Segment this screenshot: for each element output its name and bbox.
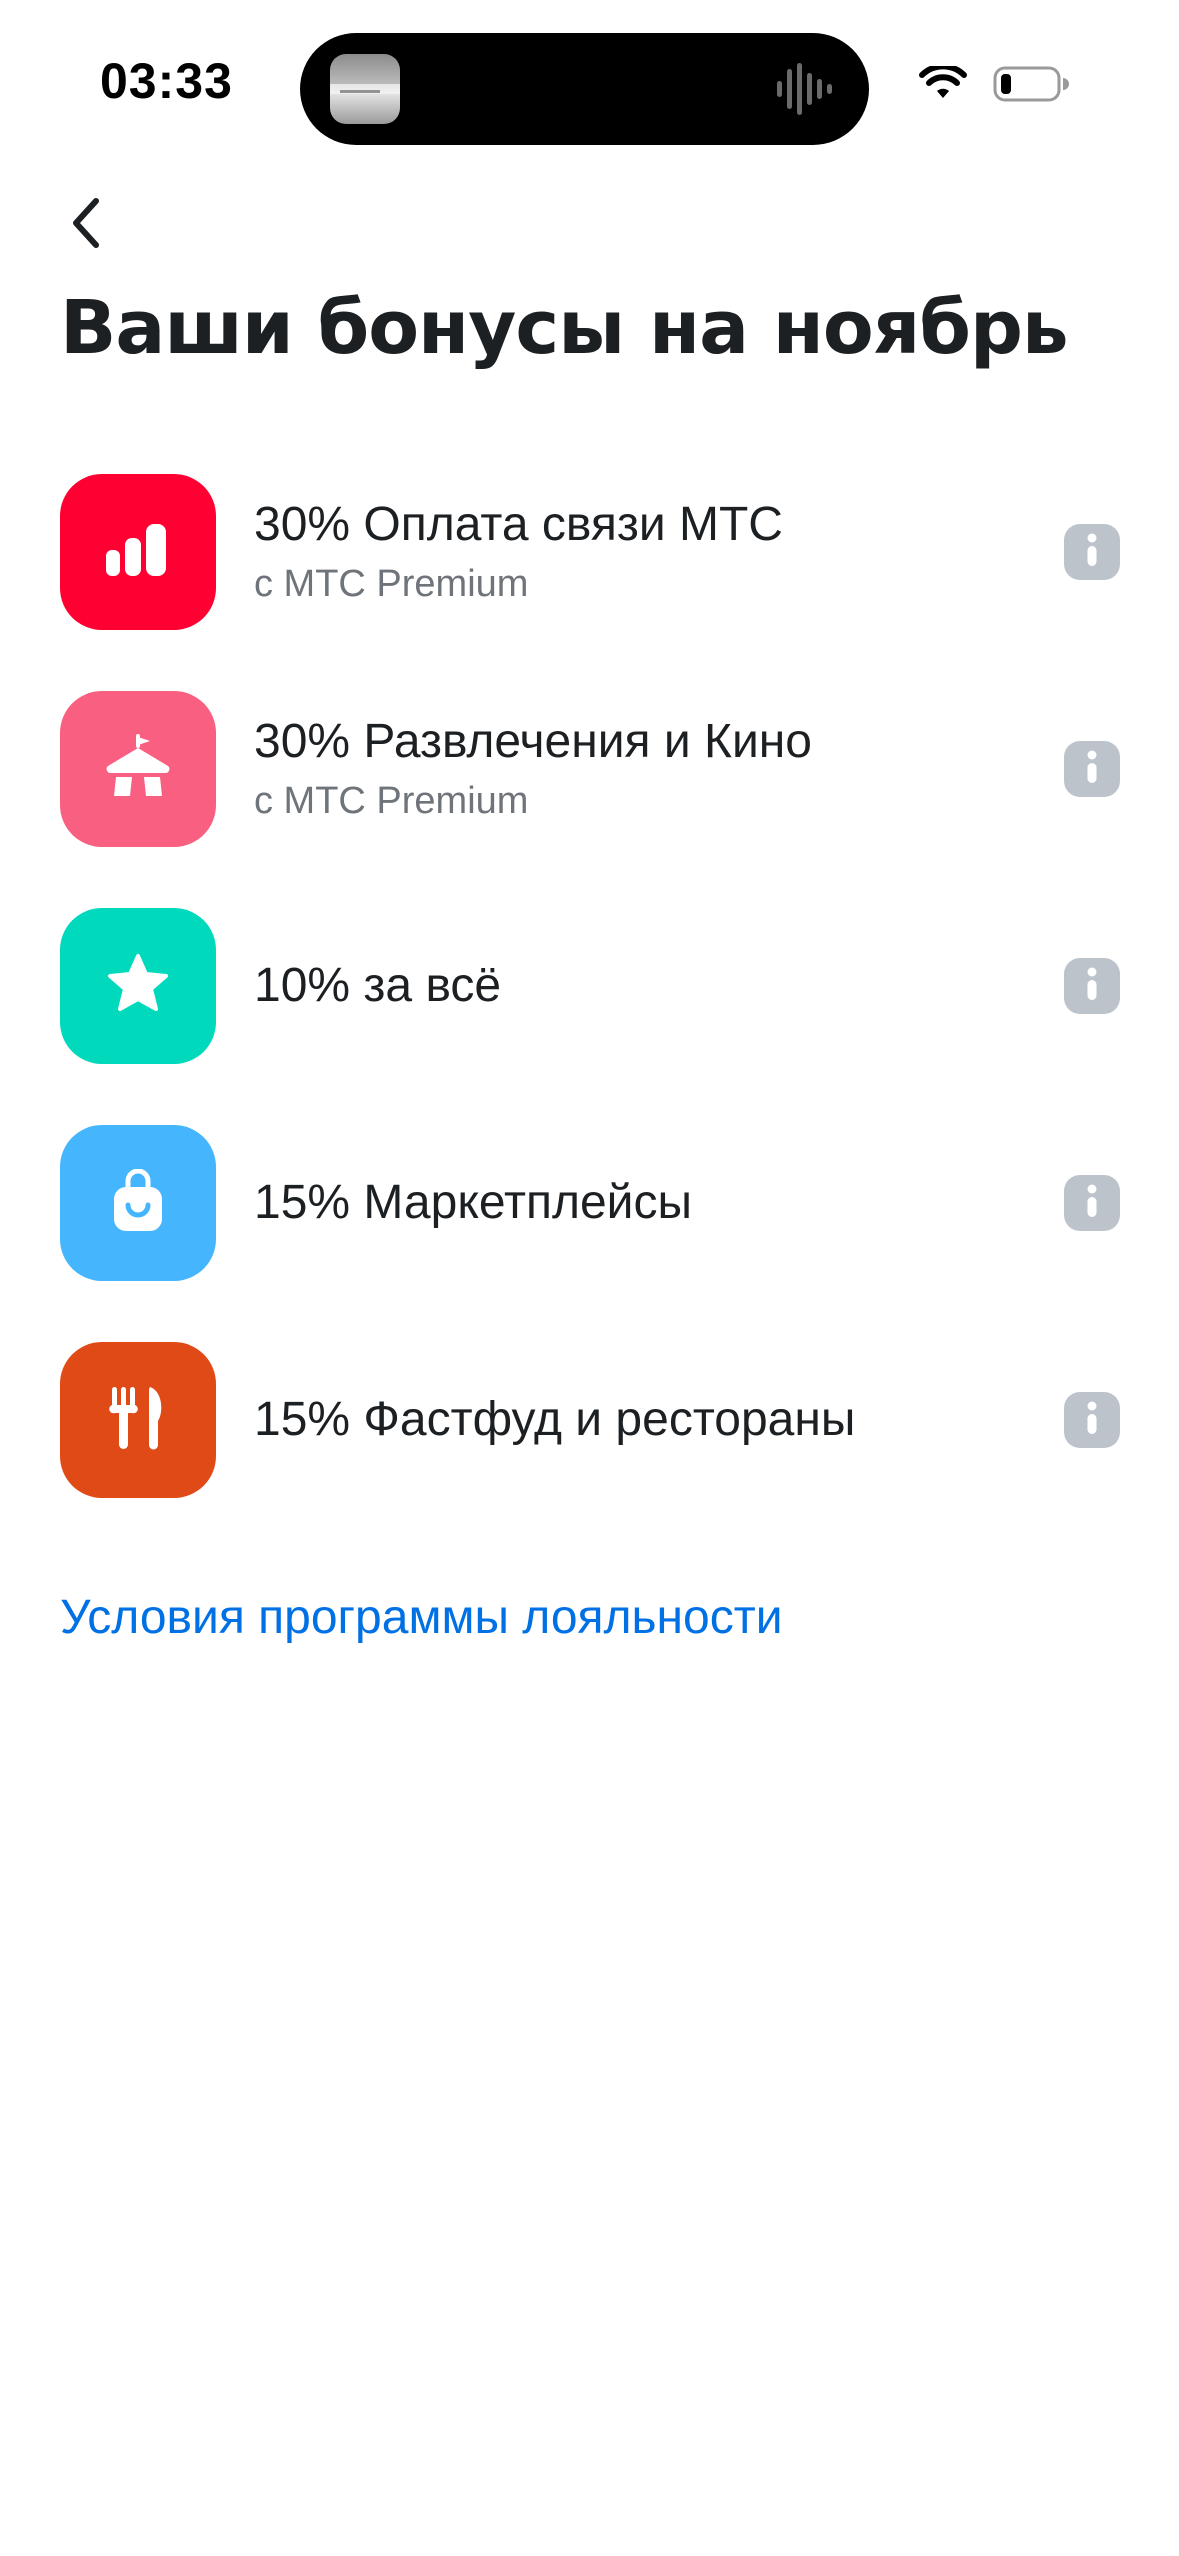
bonus-icon-tile (60, 908, 216, 1064)
bonus-title: 15% Маркетплейсы (254, 1176, 692, 1229)
bonus-item-everything[interactable]: 10% за всё (60, 908, 1120, 1064)
bonus-subtitle: с МТС Premium (254, 563, 529, 605)
status-bar: 03:33 (0, 0, 1179, 170)
info-button[interactable] (1064, 524, 1120, 580)
shopping-bag-icon (110, 1168, 166, 1238)
bonus-item-entertainment[interactable]: 30% Развлечения и Кино с МТС Premium (60, 691, 1120, 847)
signal-bars-icon (106, 522, 170, 583)
status-icons (919, 62, 1069, 108)
status-time: 03:33 (100, 53, 233, 109)
bonus-title: 30% Развлечения и Кино (254, 715, 812, 768)
bonus-icon-tile (60, 691, 216, 847)
info-icon (1082, 533, 1102, 572)
loyalty-program-terms-link[interactable]: Условия программы лояльности (60, 1590, 783, 1645)
bonus-item-mts-payment[interactable]: 30% Оплата связи МТС с МТС Premium (60, 474, 1120, 630)
bonus-title: 15% Фастфуд и рестораны (254, 1393, 856, 1446)
info-button[interactable] (1064, 741, 1120, 797)
bonus-icon-tile (60, 474, 216, 630)
bonus-item-marketplaces[interactable]: 15% Маркетплейсы (60, 1125, 1120, 1281)
bonus-list: 30% Оплата связи МТС с МТС Premium 30% Р… (60, 474, 1120, 1559)
info-button[interactable] (1064, 1175, 1120, 1231)
info-icon (1082, 967, 1102, 1006)
chevron-left-icon (68, 197, 104, 254)
info-button[interactable] (1064, 958, 1120, 1014)
dynamic-island[interactable] (300, 33, 869, 145)
bonus-title: 10% за всё (254, 959, 502, 1012)
page-title: Ваши бонусы на ноябрь (60, 285, 1069, 371)
bonus-icon-tile (60, 1342, 216, 1498)
now-playing-thumbnail (330, 54, 400, 124)
info-button[interactable] (1064, 1392, 1120, 1448)
bonus-title: 30% Оплата связи МТС (254, 498, 783, 551)
info-icon (1082, 1184, 1102, 1223)
fork-knife-icon (108, 1385, 168, 1456)
bonus-icon-tile (60, 1125, 216, 1281)
wifi-icon (919, 62, 967, 107)
star-icon (105, 952, 171, 1021)
back-button[interactable] (56, 190, 116, 260)
battery-icon (993, 65, 1069, 108)
audio-waveform-icon (775, 59, 839, 119)
circus-tent-icon (102, 733, 174, 805)
info-icon (1082, 750, 1102, 789)
bonus-item-fastfood[interactable]: 15% Фастфуд и рестораны (60, 1342, 1120, 1498)
info-icon (1082, 1401, 1102, 1440)
bonus-subtitle: с МТС Premium (254, 780, 529, 822)
